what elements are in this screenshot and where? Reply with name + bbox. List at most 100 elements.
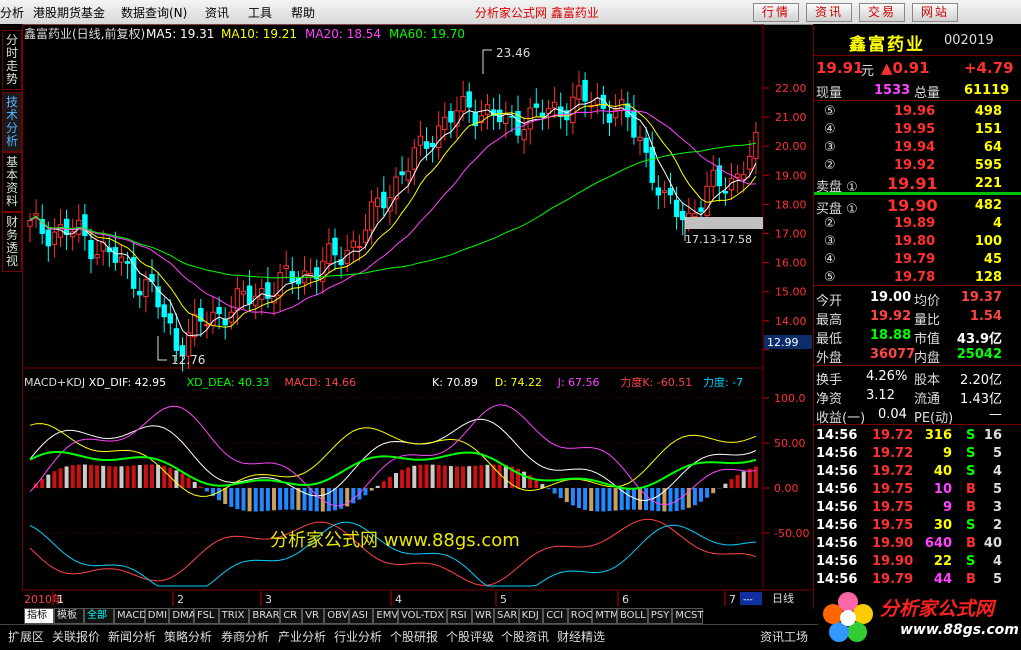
stat-row: 最低18.88市值43.9亿 — [814, 328, 1021, 345]
candle-body — [583, 80, 587, 101]
tab-fundamentals[interactable]: 基本资料 — [2, 152, 22, 212]
indicator-tab[interactable]: OBV — [324, 608, 349, 624]
indicator-tab[interactable]: 全部 — [84, 608, 114, 624]
price-axis-label: 22.00 — [775, 82, 807, 95]
macd-bar — [120, 466, 124, 488]
indicator-header-label: MACD+KDJ — [24, 376, 85, 389]
bottom-bar-item[interactable]: 策略分析 — [164, 628, 212, 645]
macd-bar — [77, 465, 81, 488]
candle-body — [333, 238, 337, 255]
bottom-bar-item[interactable]: 行业分析 — [334, 628, 382, 645]
period-label[interactable]: 日线 — [772, 591, 794, 605]
candle-body — [217, 307, 221, 313]
tick-v: 22 — [934, 554, 952, 569]
chart-area[interactable]: 22.0021.0020.0019.0018.0017.0016.0015.00… — [22, 24, 812, 609]
tab-technical[interactable]: 技术分析 — [2, 92, 22, 152]
bottom-bar-item[interactable]: 新闻分析 — [108, 628, 156, 645]
bottom-bar-item[interactable]: 个股研报 — [390, 628, 438, 645]
bottom-bar-item[interactable]: 资讯工场 — [760, 628, 808, 645]
candle-body — [241, 291, 245, 294]
macd-bar — [565, 488, 569, 502]
macd-bar — [455, 466, 459, 488]
candle-body — [705, 186, 709, 215]
news-button[interactable]: 资讯 — [806, 3, 852, 22]
indicator-tab[interactable]: 指标 — [24, 608, 54, 624]
tick-row: 14:5619.729S5 — [814, 446, 1021, 463]
macd-bar — [571, 488, 575, 505]
candle-body — [327, 244, 331, 264]
bottom-bar-item[interactable]: 财经精选 — [557, 628, 605, 645]
tick-s: S — [966, 428, 975, 443]
tab-intraday[interactable]: 分时走势 — [2, 30, 22, 90]
indicator-tab[interactable]: KDJ — [519, 608, 544, 624]
menu-item-news[interactable]: 资讯 — [205, 4, 229, 21]
indicator-tab[interactable]: PSY — [648, 608, 673, 624]
trade-button[interactable]: 交易 — [859, 3, 905, 22]
website-button[interactable]: 网站 — [912, 3, 958, 22]
macd-bar — [351, 488, 355, 503]
indicator-tab[interactable]: WR — [472, 608, 494, 624]
stock-name: 鑫富药业 — [849, 30, 925, 55]
indicator-tab[interactable]: RSI — [447, 608, 472, 624]
menu-item-analysis[interactable]: 分析 — [0, 4, 24, 21]
indicator-tab[interactable]: VOL-TDX — [398, 608, 447, 624]
stock-code: 002019 — [944, 33, 994, 48]
macd-bar — [559, 488, 563, 498]
indicator-tab[interactable]: MACD — [114, 608, 145, 624]
menu-item-help[interactable]: 帮助 — [291, 4, 315, 21]
bottom-bar-item[interactable]: 关联报价 — [52, 628, 100, 645]
candlestick-series — [28, 71, 758, 372]
candle-body — [656, 188, 660, 195]
quote-button[interactable]: 行情 — [753, 3, 799, 22]
order-volume: 64 — [984, 140, 1002, 155]
chart-svg[interactable]: 22.0021.0020.0019.0018.0017.0016.0015.00… — [22, 24, 812, 609]
indicator-tab[interactable]: DMI — [145, 608, 170, 624]
macd-bar — [498, 465, 502, 488]
menu-item-data-query[interactable]: 数据查询(N) — [121, 4, 187, 21]
indicator-tab[interactable]: BRAR — [249, 608, 280, 624]
candle-body — [382, 192, 386, 207]
stat-row: 收益(一)0.04PE(动)— — [814, 407, 1021, 424]
indicator-tab[interactable]: VR — [302, 608, 324, 624]
bottom-bar-item[interactable]: 个股评级 — [446, 628, 494, 645]
stat-label: 股本 — [914, 369, 940, 388]
candle-body — [577, 86, 581, 99]
indicator-tab[interactable]: MCST — [672, 608, 703, 624]
menu-item-tools[interactable]: 工具 — [248, 4, 272, 21]
bottom-bar-item[interactable]: 产业分析 — [278, 628, 326, 645]
order-volume: 595 — [975, 158, 1002, 173]
divider — [814, 365, 1021, 366]
indicator-tab[interactable]: SAR — [494, 608, 519, 624]
indicator-tab[interactable]: TRIX — [219, 608, 250, 624]
macd-bar — [467, 466, 471, 488]
indicator-tab[interactable]: 模板 — [54, 608, 84, 624]
indicator-tab[interactable]: MTM — [592, 608, 617, 624]
indicator-tab[interactable]: BOLL — [617, 608, 648, 624]
stat-value: 19.00 — [870, 290, 911, 305]
indicator-tab[interactable]: CR — [280, 608, 302, 624]
indicator-tab[interactable]: CCI — [543, 608, 568, 624]
indicator-tab[interactable]: ROC — [568, 608, 593, 624]
indicator-tab[interactable]: EMV — [373, 608, 398, 624]
macd-bar — [272, 488, 276, 510]
candle-body — [711, 170, 715, 186]
menu-item-hk-futures[interactable]: 港股期货基金 — [33, 4, 105, 21]
bottom-bar-item[interactable]: 券商分析 — [221, 628, 269, 645]
order-book-row: ②19.894 — [814, 216, 1021, 233]
macd-bar — [443, 466, 447, 488]
indicator-tab[interactable]: ASI — [349, 608, 374, 624]
indicator-tab[interactable]: DMA — [169, 608, 194, 624]
macd-bar — [266, 488, 270, 511]
order-price: 19.94 — [894, 140, 935, 155]
macd-bar — [754, 467, 758, 488]
bottom-bar-item[interactable]: 扩展区 — [8, 628, 44, 645]
bottom-bar-item[interactable]: 个股资讯 — [501, 628, 549, 645]
tab-financials[interactable]: 财务透视 — [2, 212, 22, 272]
macd-bar — [83, 465, 87, 488]
macd-bar — [59, 468, 63, 488]
indicator-tab[interactable]: FSL — [194, 608, 219, 624]
tick-s: S — [966, 518, 975, 533]
candle-body — [168, 314, 172, 323]
macd-bar — [400, 470, 404, 488]
macd-bar — [309, 488, 313, 511]
